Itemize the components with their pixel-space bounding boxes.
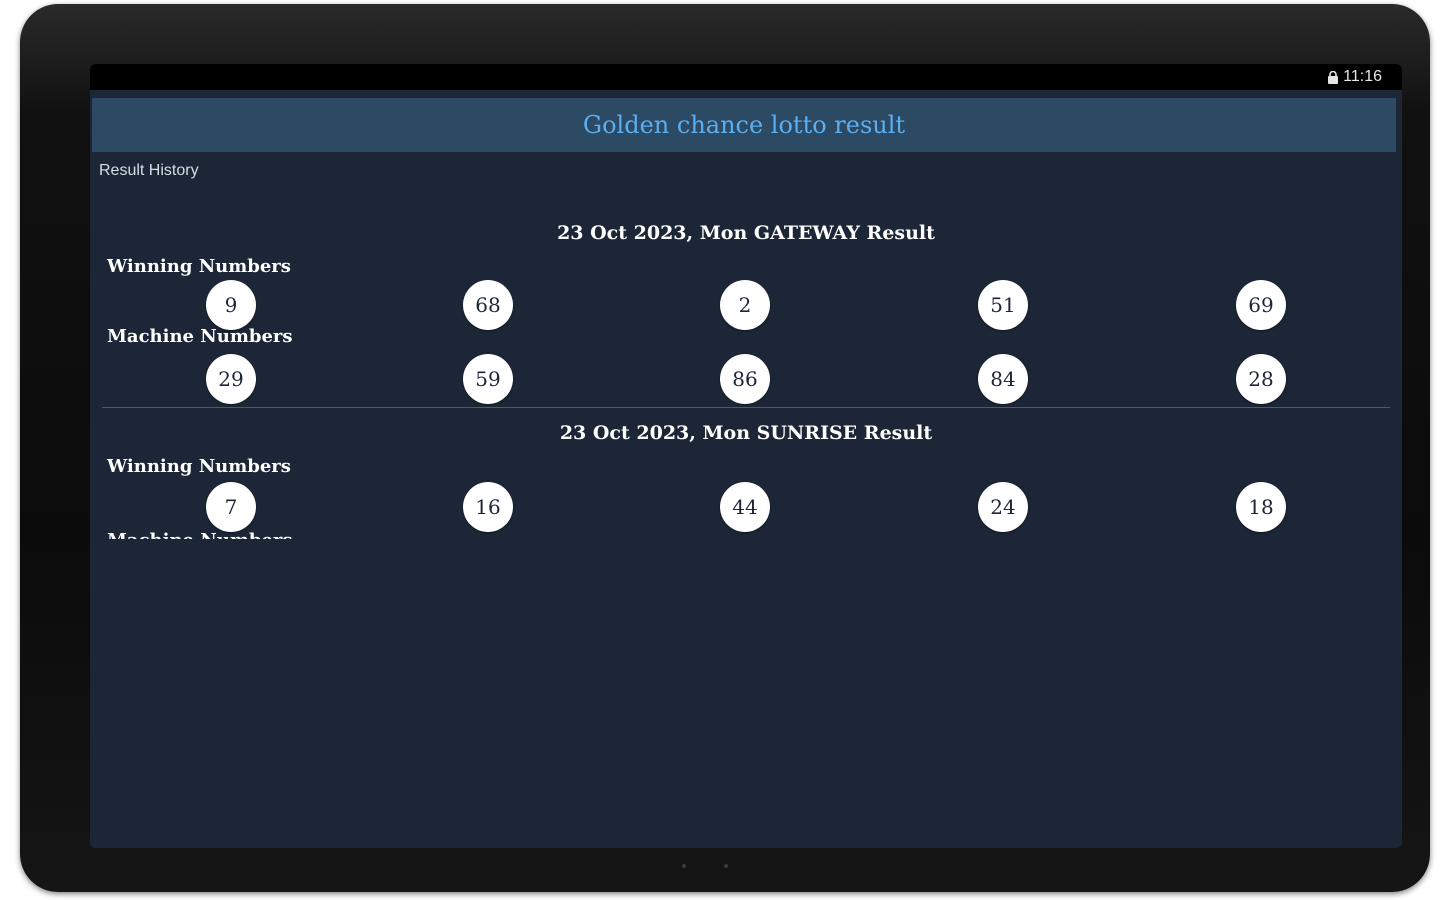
- result-title: 23 Oct 2023, Mon GATEWAY Result: [557, 222, 935, 244]
- machine-numbers-label: Machine Numbers: [107, 530, 293, 539]
- back-icon[interactable]: [682, 864, 686, 868]
- status-time: 11:16: [1343, 68, 1382, 85]
- status-indicators: 11:16: [1327, 67, 1382, 87]
- app-screen: 11:16 Golden chance lotto result Result …: [90, 64, 1402, 848]
- app-bar: Golden chance lotto result: [92, 98, 1396, 152]
- result-card[interactable]: 23 Oct 2023, Mon GATEWAY Result Winning …: [90, 214, 1402, 408]
- lotto-ball: 16: [463, 482, 513, 532]
- lotto-ball: 69: [1236, 280, 1286, 330]
- machine-numbers-label: Machine Numbers: [107, 326, 293, 347]
- results-list[interactable]: 23 Oct 2023, Mon GATEWAY Result Winning …: [90, 214, 1402, 539]
- lotto-ball: 9: [206, 280, 256, 330]
- winning-numbers-row: 9 68 2 51 69: [90, 280, 1402, 332]
- lotto-ball: 2: [720, 280, 770, 330]
- lotto-ball: 86: [720, 354, 770, 404]
- lotto-ball: 24: [978, 482, 1028, 532]
- lotto-ball: 84: [978, 354, 1028, 404]
- lotto-ball: 28: [1236, 354, 1286, 404]
- lotto-ball: 44: [720, 482, 770, 532]
- home-icon[interactable]: [724, 864, 728, 868]
- lotto-ball: 18: [1236, 482, 1286, 532]
- winning-numbers-label: Winning Numbers: [107, 456, 291, 477]
- lotto-ball: 68: [463, 280, 513, 330]
- lotto-ball: 51: [978, 280, 1028, 330]
- lotto-ball: 29: [206, 354, 256, 404]
- winning-numbers-label: Winning Numbers: [107, 256, 291, 277]
- lotto-ball: 7: [206, 482, 256, 532]
- lock-icon: [1327, 70, 1339, 84]
- tablet-frame: 11:16 Golden chance lotto result Result …: [20, 4, 1430, 892]
- lotto-ball: 59: [463, 354, 513, 404]
- result-title: 23 Oct 2023, Mon SUNRISE Result: [559, 422, 933, 444]
- result-card[interactable]: 23 Oct 2023, Mon SUNRISE Result Winning …: [90, 408, 1402, 539]
- navigation-bar: [0, 842, 1449, 886]
- app-title: Golden chance lotto result: [582, 111, 906, 139]
- result-history-label: Result History: [99, 162, 199, 179]
- winning-numbers-row: 7 16 44 24 18: [90, 482, 1402, 534]
- machine-numbers-row: 29 59 86 84 28: [90, 354, 1402, 406]
- status-bar: 11:16: [90, 64, 1402, 90]
